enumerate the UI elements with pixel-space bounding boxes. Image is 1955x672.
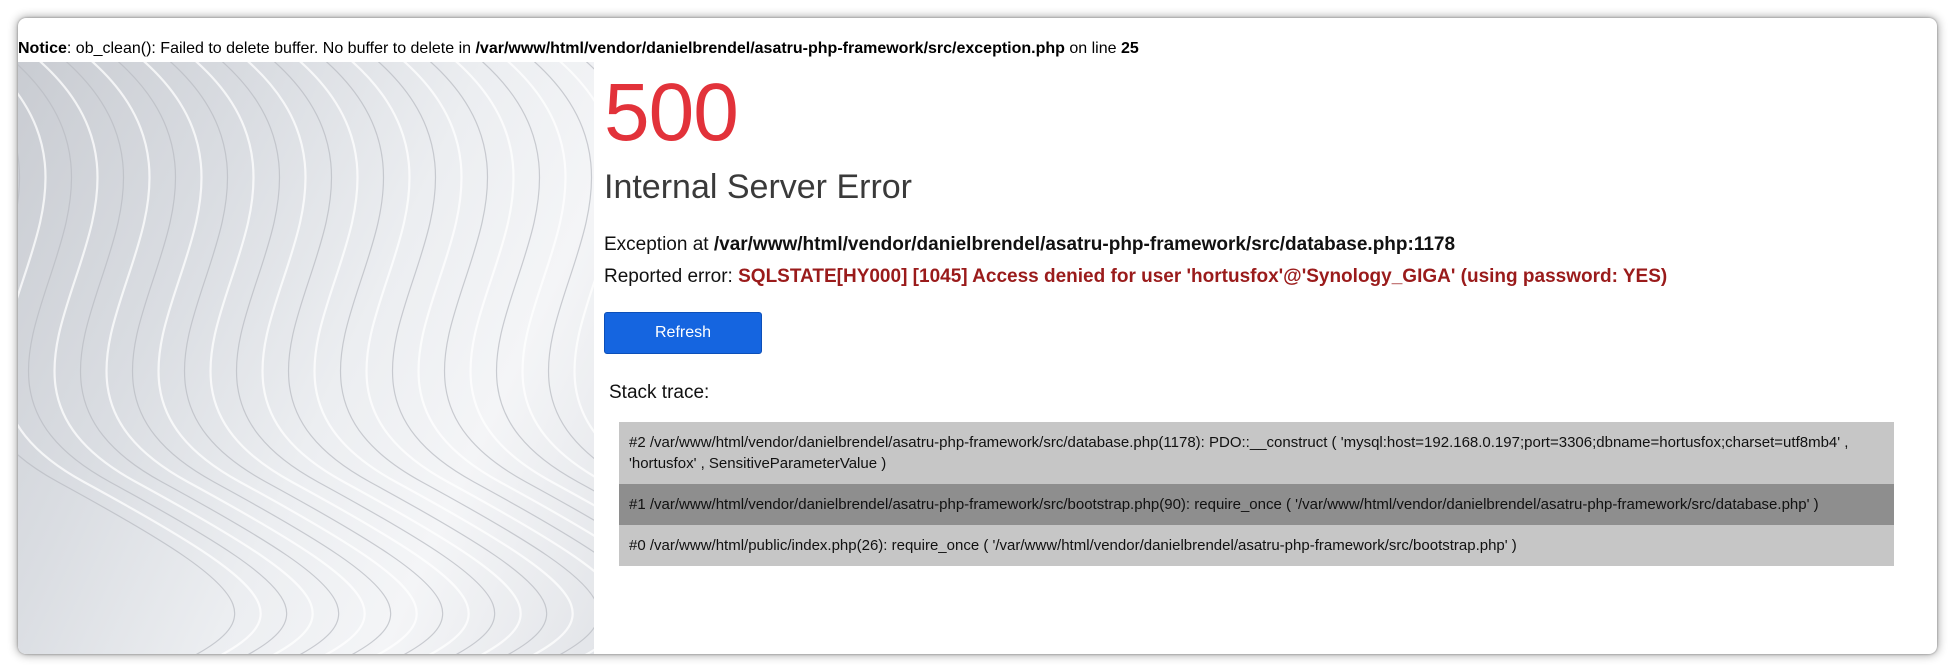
notice-message: : ob_clean(): Failed to delete buffer. N…: [66, 40, 476, 57]
exception-prefix: Exception at: [604, 234, 714, 255]
php-notice: Notice: ob_clean(): Failed to delete buf…: [18, 40, 1139, 58]
notice-label: Notice: [18, 40, 67, 57]
exception-location: Exception at /var/www/html/vendor/daniel…: [604, 234, 1455, 256]
stack-trace-list: #2 /var/www/html/vendor/danielbrendel/as…: [619, 422, 1894, 566]
notice-on-line: on line: [1064, 40, 1121, 57]
exception-path: /var/www/html/vendor/danielbrendel/asatr…: [713, 234, 1456, 255]
notice-line-number: 25: [1120, 40, 1139, 57]
reported-prefix: Reported error:: [604, 266, 739, 287]
error-content: 500 Internal Server Error Exception at /…: [604, 62, 1937, 654]
decorative-background-image: [18, 62, 594, 654]
stack-trace-row: #0 /var/www/html/public/index.php(26): r…: [619, 525, 1894, 566]
refresh-button[interactable]: Refresh: [604, 312, 762, 354]
error-title: Internal Server Error: [604, 168, 912, 206]
browser-window: Notice: ob_clean(): Failed to delete buf…: [18, 18, 1937, 654]
stack-trace-heading: Stack trace:: [609, 382, 710, 403]
notice-file: /var/www/html/vendor/danielbrendel/asatr…: [475, 40, 1065, 57]
error-code: 500: [604, 67, 739, 158]
stack-trace-row: #2 /var/www/html/vendor/danielbrendel/as…: [619, 422, 1894, 484]
stack-trace-row: #1 /var/www/html/vendor/danielbrendel/as…: [619, 484, 1894, 525]
reported-message: SQLSTATE[HY000] [1045] Access denied for…: [738, 266, 1668, 287]
reported-error: Reported error: SQLSTATE[HY000] [1045] A…: [604, 266, 1667, 288]
